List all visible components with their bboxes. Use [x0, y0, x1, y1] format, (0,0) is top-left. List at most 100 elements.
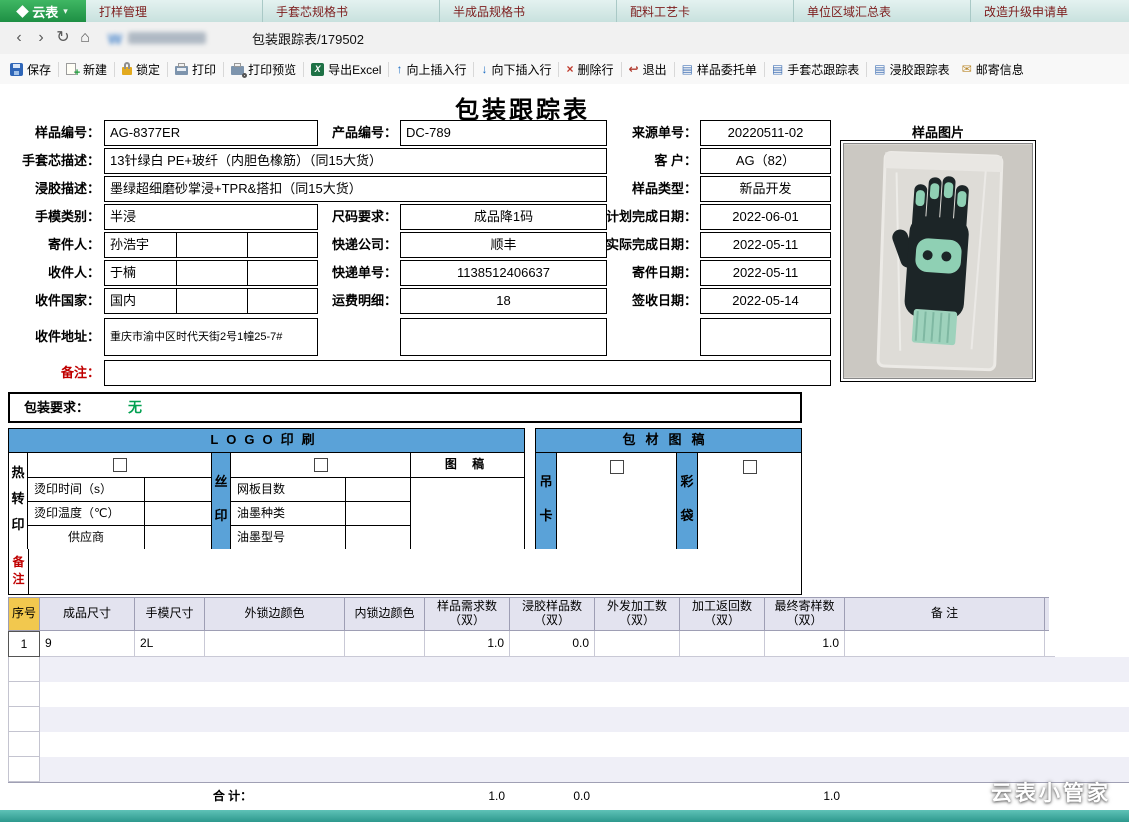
source-no-field[interactable]: 20220511-02 [700, 120, 831, 146]
delete-row-button[interactable]: ×删除行 [560, 58, 619, 80]
stamp-time-value[interactable] [144, 477, 212, 502]
address-field[interactable]: 重庆市渝中区时代天街2号1幢25-7# [104, 318, 318, 356]
menu-tab-upgrade-request[interactable]: 改造升级申请单 [971, 0, 1129, 22]
sign-date-field[interactable]: 2022-05-14 [700, 288, 831, 314]
customer-label: 客 户： [598, 148, 697, 174]
printer-icon [175, 66, 188, 75]
cell-outer-hem-color[interactable] [205, 631, 345, 657]
silk-print-checkbox[interactable] [314, 458, 328, 472]
new-button[interactable]: 新建 [60, 58, 113, 80]
forward-icon[interactable]: › [30, 23, 52, 53]
silk-print-label: 丝印 [211, 452, 231, 550]
remark-field[interactable] [104, 360, 831, 386]
ink-model-value[interactable] [345, 525, 411, 550]
sample-commission-button[interactable]: ▤样品委托单 [676, 58, 763, 80]
sample-no-field[interactable]: AG-8377ER [104, 120, 318, 146]
address-label: 收件地址： [8, 318, 100, 356]
back-icon[interactable]: ‹ [8, 23, 30, 53]
ship-date-label: 寄件日期： [598, 260, 697, 286]
heat-transfer-checkbox[interactable] [113, 458, 127, 472]
print-preview-button[interactable]: 打印预览 [225, 58, 302, 80]
cell-seq[interactable]: 1 [8, 631, 40, 657]
cell-mold-size[interactable]: 2L [135, 631, 205, 657]
exit-button[interactable]: ↩退出 [623, 58, 673, 80]
glove-photo [843, 143, 1033, 379]
cell-finished-size[interactable]: 9 [40, 631, 135, 657]
cell-remark[interactable] [845, 631, 1045, 657]
cell-outsourced-count[interactable] [595, 631, 680, 657]
save-icon [10, 63, 23, 76]
detail-table-header-row: 序号 成品尺寸 手模尺寸 外锁边颜色 内锁边颜色 样品需求数（双） 浸胶样品数（… [8, 597, 1129, 631]
dipping-tracking-button[interactable]: ▤浸胶跟踪表 [868, 58, 955, 80]
cell-dipped-count[interactable]: 0.0 [510, 631, 595, 657]
plan-date-field[interactable]: 2022-06-01 [700, 204, 831, 230]
courier-field[interactable]: 顺丰 [400, 232, 607, 258]
glove-core-tracking-button[interactable]: ▤手套芯跟踪表 [766, 58, 865, 80]
recipient-field[interactable]: 于楠 [104, 260, 318, 286]
menu-tab-glove-core-spec[interactable]: 手套芯规格书 [263, 0, 440, 22]
packaging-requirement-value[interactable]: 无 [128, 394, 142, 421]
cell-sample-demand[interactable]: 1.0 [425, 631, 510, 657]
draft-header: 图 稿 [410, 452, 525, 478]
draft-area[interactable] [410, 477, 525, 550]
col-header-filler [1045, 597, 1049, 631]
core-desc-field[interactable]: 13针绿白 PE+玻纤（内胆色橡筋）（同15大货） [104, 148, 607, 174]
insert-row-above-button[interactable]: ↑向上插入行 [390, 58, 472, 80]
address-extra-field[interactable] [400, 318, 607, 356]
date-extra-field[interactable] [700, 318, 831, 356]
sender-field[interactable]: 孙浩宇 [104, 232, 318, 258]
cell-final-sent[interactable]: 1.0 [765, 631, 845, 657]
col-header-mold-size: 手模尺寸 [135, 597, 205, 631]
col-header-sample-demand: 样品需求数（双） [425, 597, 510, 631]
cell-seq-empty[interactable] [8, 682, 40, 707]
country-field[interactable]: 国内 [104, 288, 318, 314]
sample-type-field[interactable]: 新品开发 [700, 176, 831, 202]
cell-seq-empty[interactable] [8, 732, 40, 757]
cell-returned-count[interactable] [680, 631, 765, 657]
actual-date-field[interactable]: 2022-05-11 [700, 232, 831, 258]
app-logo-button[interactable]: 云表 ▾ [0, 0, 86, 22]
ink-type-value[interactable] [345, 501, 411, 526]
mold-type-field[interactable]: 半浸 [104, 204, 318, 230]
watermark: 云表小管家 [991, 777, 1111, 807]
lock-button[interactable]: 锁定 [116, 58, 166, 80]
color-bag-checkbox[interactable] [743, 460, 757, 474]
freight-label: 运费明细： [320, 288, 397, 314]
cell-seq-empty[interactable] [8, 757, 40, 782]
cell-seq-empty[interactable] [8, 657, 40, 682]
cell-inner-hem-color[interactable] [345, 631, 425, 657]
document-tab[interactable]: 包装跟踪表/179502 [252, 29, 364, 48]
menu-tab-proofing[interactable]: 打样管理 [86, 0, 263, 22]
document-icon: ▤ [874, 62, 885, 76]
mesh-count-value[interactable] [345, 477, 411, 502]
home-icon[interactable]: ⌂ [74, 23, 96, 53]
export-excel-button[interactable]: X导出Excel [305, 58, 387, 80]
mailing-info-button[interactable]: ✉邮寄信息 [956, 58, 1030, 80]
logo-remark-area[interactable]: 备注 [8, 549, 802, 595]
product-no-label: 产品编号： [320, 120, 397, 146]
remark-label: 备注： [8, 360, 100, 386]
menu-tab-ingredient-card[interactable]: 配料工艺卡 [617, 0, 794, 22]
size-req-field[interactable]: 成品降1码 [400, 204, 607, 230]
menu-tab-semi-finished-spec[interactable]: 半成品规格书 [440, 0, 617, 22]
insert-row-below-button[interactable]: ↓向下插入行 [475, 58, 557, 80]
freight-field[interactable]: 18 [400, 288, 607, 314]
tracking-no-field[interactable]: 1138512406637 [400, 260, 607, 286]
ship-date-field[interactable]: 2022-05-11 [700, 260, 831, 286]
refresh-icon[interactable]: ↻ [52, 23, 74, 53]
save-button[interactable]: 保存 [4, 58, 57, 80]
supplier-value[interactable] [144, 525, 212, 550]
logo-print-header: LOGO印刷 [8, 428, 525, 453]
courier-label: 快递公司： [320, 232, 397, 258]
hang-tag-checkbox[interactable] [610, 460, 624, 474]
print-button[interactable]: 打印 [169, 58, 222, 80]
customer-field[interactable]: AG（82） [700, 148, 831, 174]
stamp-temp-value[interactable] [144, 501, 212, 526]
cell-seq-empty[interactable] [8, 707, 40, 732]
col-header-remark: 备 注 [845, 597, 1045, 631]
menu-tab-region-summary[interactable]: 单位区域汇总表 [794, 0, 971, 22]
document-icon: ▤ [682, 62, 693, 76]
sample-type-label: 样品类型： [598, 176, 697, 202]
product-no-field[interactable]: DC-789 [400, 120, 607, 146]
dip-desc-field[interactable]: 墨绿超细磨砂掌浸+TPR&搭扣（同15大货） [104, 176, 607, 202]
